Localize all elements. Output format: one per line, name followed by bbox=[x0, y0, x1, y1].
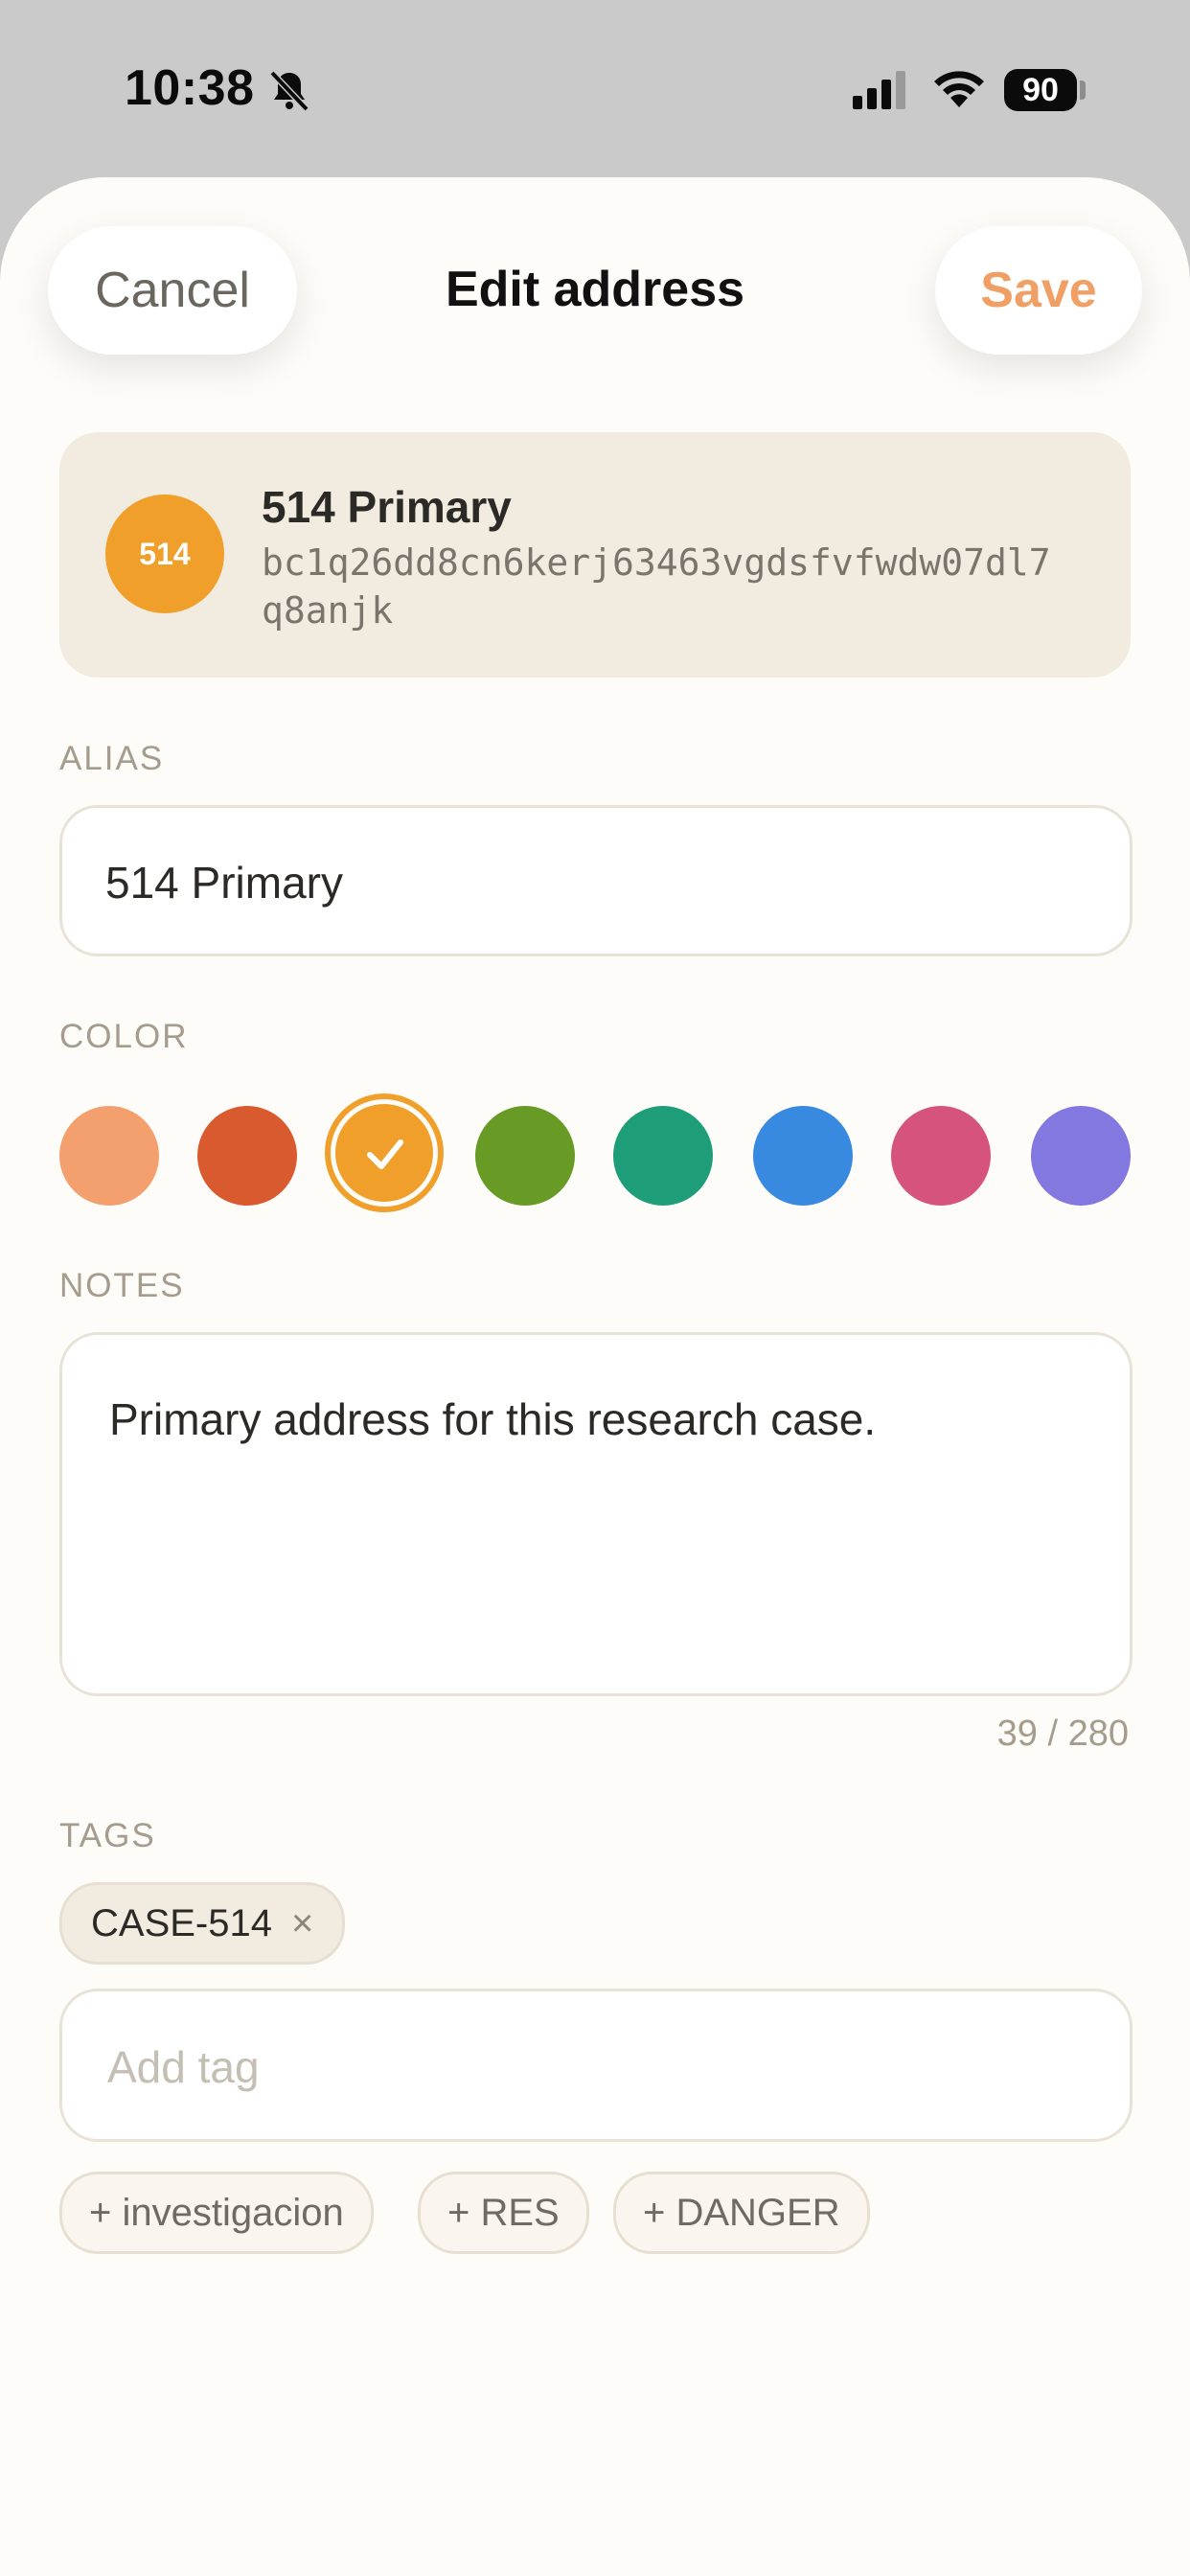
wifi-icon bbox=[934, 71, 984, 107]
tag-suggestion-investigacion[interactable]: + investigacion bbox=[59, 2172, 374, 2254]
alias-input-value[interactable]: 514 Primary bbox=[105, 857, 343, 908]
tag-chip: CASE-514 × bbox=[59, 1882, 346, 1965]
alias-label: ALIAS bbox=[59, 740, 165, 777]
tag-suggestion-res[interactable]: + RES bbox=[418, 2172, 589, 2254]
notes-textarea-value[interactable]: Primary address for this research case. bbox=[109, 1393, 876, 1445]
bell-muted-icon bbox=[269, 70, 309, 112]
tag-suggestion-danger[interactable]: + DANGER bbox=[613, 2172, 870, 2254]
tag-chip-label: CASE-514 bbox=[91, 1901, 272, 1944]
color-swatch-0[interactable] bbox=[59, 1106, 159, 1206]
color-label: COLOR bbox=[59, 1018, 189, 1055]
status-time: 10:38 bbox=[125, 60, 255, 116]
color-swatch-1[interactable] bbox=[197, 1106, 297, 1206]
address-hash: bc1q26dd8cn6kerj63463vgdsfvfwdw07dl7q8an… bbox=[262, 541, 1051, 632]
notes-char-count: 39 / 280 bbox=[996, 1714, 1129, 1754]
battery-icon: 90 bbox=[1004, 69, 1077, 111]
notes-label: NOTES bbox=[59, 1267, 185, 1304]
battery-cap bbox=[1080, 80, 1086, 100]
color-swatch-4[interactable] bbox=[613, 1106, 713, 1206]
save-button[interactable]: Save bbox=[935, 226, 1142, 355]
address-name: 514 Primary bbox=[262, 482, 512, 532]
check-icon bbox=[367, 1139, 403, 1169]
notes-textarea[interactable] bbox=[59, 1332, 1133, 1696]
color-swatch-5[interactable] bbox=[753, 1106, 853, 1206]
color-swatch-3[interactable] bbox=[475, 1106, 575, 1206]
tag-remove-icon[interactable]: × bbox=[291, 1902, 313, 1945]
color-swatch-6[interactable] bbox=[891, 1106, 991, 1206]
tags-label: TAGS bbox=[59, 1817, 156, 1854]
cellular-signal-icon bbox=[853, 71, 905, 109]
add-tag-placeholder[interactable]: Add tag bbox=[107, 2041, 260, 2093]
color-swatch-7[interactable] bbox=[1031, 1106, 1131, 1206]
status-bar: 10:38 90 bbox=[0, 0, 1190, 177]
address-badge: 514 bbox=[105, 494, 224, 613]
